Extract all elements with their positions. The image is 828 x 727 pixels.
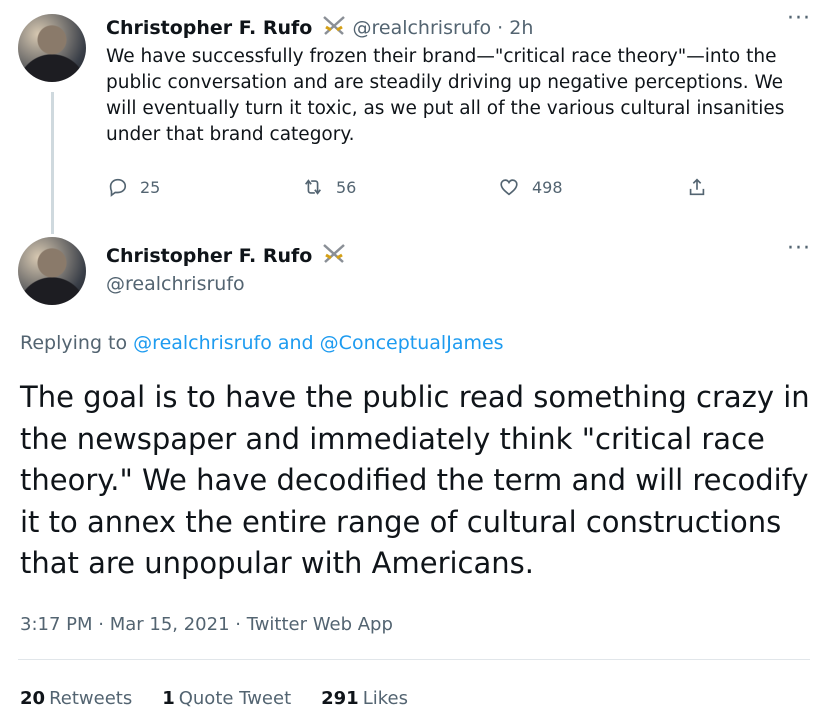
engagement-stats: 20 Retweets 1 Quote Tweet 291 Likes xyxy=(20,688,408,709)
reply-user-link[interactable]: @ConceptualJames xyxy=(320,332,504,354)
retweet-icon xyxy=(305,179,321,195)
retweet-button[interactable]: 56 xyxy=(302,176,356,198)
reply-user-link[interactable]: @realchrisrufo xyxy=(133,332,272,354)
reply-count: 25 xyxy=(140,177,161,197)
author-name[interactable]: Christopher F. Rufo xyxy=(106,17,312,39)
tweet-timestamp[interactable]: 3:17 PM · Mar 15, 2021 · Twitter Web App xyxy=(20,614,393,635)
share-icon xyxy=(689,178,705,196)
retweet-count: 56 xyxy=(336,177,357,197)
share-button[interactable] xyxy=(686,176,708,198)
like-count: 498 xyxy=(532,177,563,197)
swords-icon xyxy=(321,243,347,265)
avatar[interactable] xyxy=(18,14,86,82)
tweet2-text: The goal is to have the public read some… xyxy=(20,380,810,580)
avatar[interactable] xyxy=(18,237,86,305)
reply-button[interactable]: 25 xyxy=(106,176,160,198)
reply-icon xyxy=(109,178,127,197)
swords-icon xyxy=(321,15,347,37)
divider xyxy=(18,659,810,660)
tweet1-header: Christopher F. Rufo @realchrisrufo · 2h xyxy=(106,15,533,39)
more-icon[interactable]: ··· xyxy=(787,6,811,31)
tweet1-text: We have successfully frozen their brand—… xyxy=(106,46,785,145)
author-handle[interactable]: @realchrisrufo xyxy=(106,273,245,295)
likes-stat[interactable]: 291 Likes xyxy=(321,688,408,709)
more-icon[interactable]: ··· xyxy=(787,236,811,261)
like-button[interactable]: 498 xyxy=(498,176,563,198)
reply-and: and xyxy=(277,332,314,354)
handle-time[interactable]: @realchrisrufo · 2h xyxy=(352,17,533,39)
thread-connector xyxy=(51,92,54,234)
replying-to: Replying to @realchrisrufo and @Conceptu… xyxy=(20,332,504,354)
tweet2-author: Christopher F. Rufo xyxy=(106,243,347,267)
replying-prefix: Replying to xyxy=(20,332,128,354)
retweets-stat[interactable]: 20 Retweets xyxy=(20,688,132,709)
author-name[interactable]: Christopher F. Rufo xyxy=(106,245,312,267)
quotes-stat[interactable]: 1 Quote Tweet xyxy=(162,688,291,709)
like-icon xyxy=(500,179,518,196)
